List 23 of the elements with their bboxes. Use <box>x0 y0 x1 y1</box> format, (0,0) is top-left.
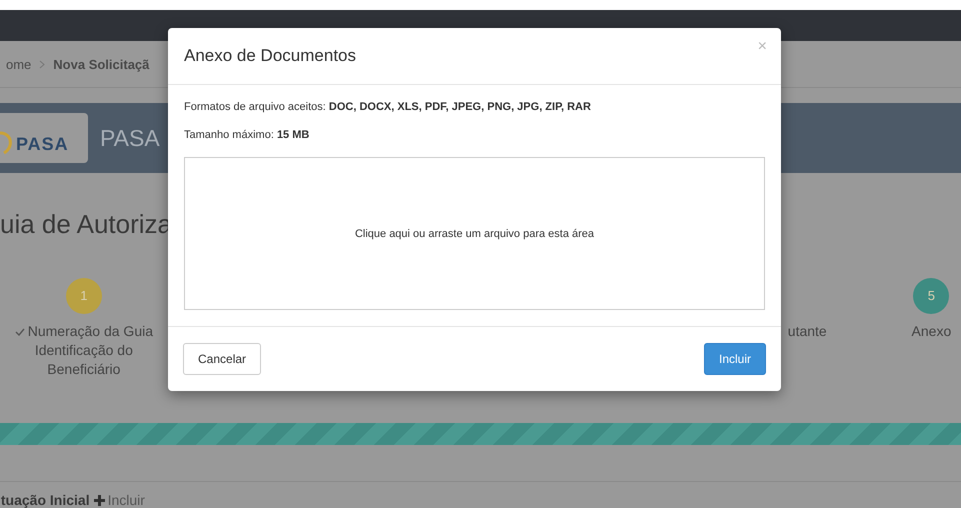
app-title: PASA <box>100 124 160 152</box>
step-label: Anexo <box>912 322 952 341</box>
logo: PASA <box>0 113 88 164</box>
size-text: Tamanho máximo: 15 MB <box>184 129 310 143</box>
add-link[interactable]: Incluir <box>94 492 145 508</box>
include-button[interactable]: Incluir <box>704 343 766 375</box>
check-icon <box>14 328 25 336</box>
modal-title: Anexo de Documentos <box>184 46 356 66</box>
close-button[interactable]: × <box>758 38 767 56</box>
step-number: 5 <box>913 278 950 314</box>
cancel-button[interactable]: Cancelar <box>183 343 262 375</box>
section-title: ituação Inicial <box>0 492 90 508</box>
plus-icon <box>94 494 105 506</box>
step-label: Identificação do Beneficiário <box>34 340 134 379</box>
swoosh-icon <box>0 129 14 156</box>
breadcrumb-link[interactable]: ome <box>6 56 32 72</box>
step-number: 1 <box>66 278 102 314</box>
breadcrumb-link[interactable]: Nova Solicitaçã <box>53 56 150 72</box>
formats-text: Formatos de arquivo aceitos: DOC, DOCX, XLS, PDF, JPEG, PNG, JPG, ZIP, RAR <box>184 101 592 115</box>
step-label: Numeração da Guia <box>28 322 154 341</box>
chevron-icon <box>39 60 46 69</box>
drop-zone[interactable]: Clique aqui ou arraste um arquivo para esta área <box>184 157 765 310</box>
step-label: utante <box>788 322 827 341</box>
